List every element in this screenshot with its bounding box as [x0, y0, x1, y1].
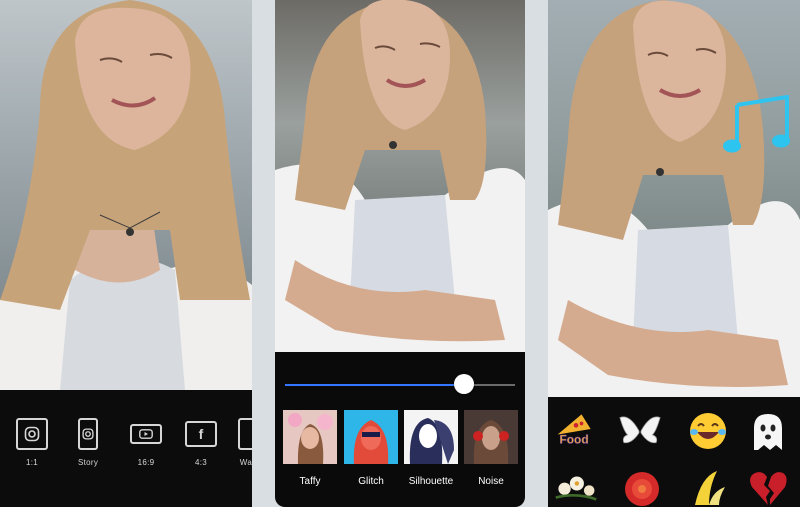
ratio-toolbar: 1:1 Story 16:9 f 4:3 Wa: [0, 390, 252, 507]
ratio-label: Wall: [239, 458, 252, 467]
facebook-icon: f: [185, 421, 217, 447]
laughing-emoji-icon[interactable]: [686, 409, 730, 453]
woman-photo: [275, 0, 525, 352]
filter-toolbar: Taffy Glitch Silhouette Noise: [275, 352, 525, 507]
ratio-story-button[interactable]: Story: [78, 418, 99, 467]
ratio-1-1-button[interactable]: 1:1: [16, 418, 48, 467]
photo-canvas[interactable]: [0, 0, 252, 390]
music-note-icon[interactable]: [723, 94, 795, 162]
slider-fill: [285, 384, 465, 386]
broken-heart-icon[interactable]: [746, 465, 790, 507]
filter-noise[interactable]: Noise: [464, 410, 518, 487]
filter-silhouette[interactable]: Silhouette: [404, 410, 458, 487]
filter-label: Taffy: [299, 476, 321, 487]
filter-preview: [404, 410, 458, 464]
filter-preview: [464, 410, 518, 464]
instagram-square-icon: [16, 418, 48, 450]
youtube-icon: [130, 424, 162, 444]
red-flower-sticker-icon[interactable]: [620, 465, 664, 507]
ratio-wall-button[interactable]: Wall: [238, 418, 252, 467]
filter-glitch[interactable]: Glitch: [344, 410, 398, 487]
filter-screen: Taffy Glitch Silhouette Noise: [275, 0, 525, 507]
ratio-label: 16:9: [137, 458, 155, 467]
svg-text:Food: Food: [560, 433, 589, 447]
instagram-story-icon: [78, 418, 99, 450]
food-text-sticker-icon[interactable]: Food: [554, 407, 598, 451]
filter-label: Silhouette: [408, 476, 454, 487]
wallpaper-icon: [238, 418, 252, 450]
slider-thumb[interactable]: [454, 374, 475, 394]
ratio-4-3-button[interactable]: f 4:3: [185, 418, 217, 467]
ratio-label: 1:1: [25, 458, 39, 467]
ratio-16-9-button[interactable]: 16:9: [130, 418, 162, 467]
photo-canvas[interactable]: [275, 0, 525, 352]
ratio-list: 1:1 Story 16:9 f 4:3 Wa: [0, 418, 252, 478]
sticker-screen: Food: [548, 0, 800, 507]
sticker-toolbar: Food: [548, 397, 800, 507]
woman-photo: [0, 0, 252, 390]
ghost-emoji-icon[interactable]: [746, 409, 790, 453]
filter-preview: [344, 410, 398, 464]
ratio-label: Story: [78, 458, 99, 467]
filter-label: Glitch: [358, 476, 384, 487]
ratio-label: 4:3: [194, 458, 208, 467]
angel-wings-sticker-icon[interactable]: [618, 409, 662, 453]
crop-screen: 1:1 Story 16:9 f 4:3 Wa: [0, 0, 252, 507]
intensity-slider[interactable]: [285, 374, 515, 394]
filter-preview: [283, 410, 337, 464]
photo-canvas[interactable]: [548, 0, 800, 397]
filter-label: Noise: [478, 476, 504, 487]
woman-photo: [548, 0, 800, 397]
flowers-sticker-icon[interactable]: [554, 465, 598, 507]
filter-taffy[interactable]: Taffy: [283, 410, 337, 487]
banana-sticker-icon[interactable]: [686, 465, 730, 507]
